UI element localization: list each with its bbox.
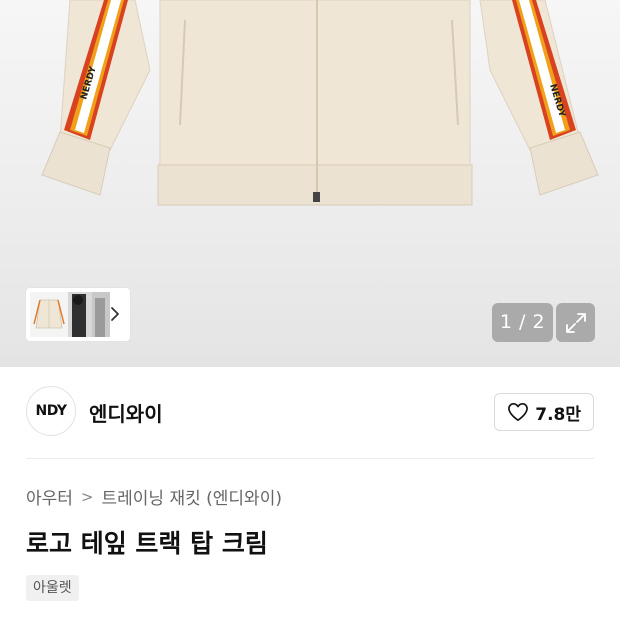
heart-icon <box>508 403 529 421</box>
like-button[interactable]: 7.8만 <box>494 393 594 431</box>
breadcrumb-subcategory[interactable]: 트레이닝 재킷 (엔디와이) <box>102 484 282 509</box>
like-count: 7.8만 <box>535 404 581 425</box>
fullscreen-button[interactable] <box>556 303 595 342</box>
chevron-right-icon[interactable] <box>108 305 122 323</box>
product-image-gallery[interactable]: NERDY NERDY 1 / 2 <box>0 0 620 367</box>
page-indicator: 1 / 2 <box>492 303 553 342</box>
thumbnail-images[interactable] <box>30 292 110 337</box>
brand-name[interactable]: 엔디와이 <box>89 398 163 427</box>
divider <box>26 458 594 459</box>
brand-logo[interactable]: NDY <box>26 386 76 436</box>
product-title: 로고 테잎 트랙 탑 크림 <box>26 529 268 558</box>
thumbnail-strip[interactable] <box>26 288 130 341</box>
outlet-tag: 아울렛 <box>26 575 79 601</box>
brand-row: NDY 엔디와이 7.8만 <box>26 386 594 438</box>
breadcrumb: 아우터 > 트레이닝 재킷 (엔디와이) <box>26 484 282 510</box>
breadcrumb-category[interactable]: 아우터 <box>26 484 73 509</box>
breadcrumb-separator: > <box>80 487 94 506</box>
expand-icon <box>565 312 586 333</box>
